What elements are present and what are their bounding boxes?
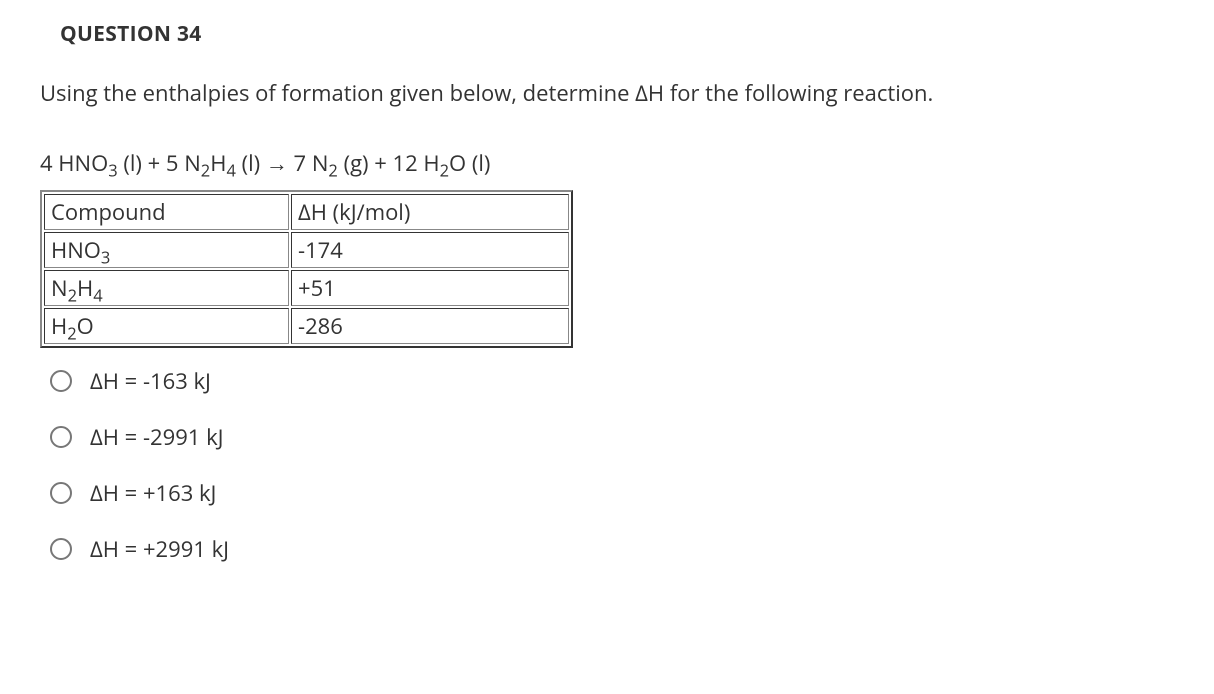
radio-icon[interactable] — [50, 482, 72, 504]
option-d[interactable]: ΔH = +2991 kJ — [50, 534, 1174, 564]
table-header-compound: Compound — [44, 194, 289, 230]
value-cell: -174 — [291, 232, 569, 268]
option-c[interactable]: ΔH = +163 kJ — [50, 478, 1174, 508]
question-header: QUESTION 34 — [60, 20, 1174, 48]
answer-options: ΔH = -163 kJ ΔH = -2991 kJ ΔH = +163 kJ … — [50, 366, 1174, 564]
question-text: Using the enthalpies of formation given … — [40, 78, 1174, 108]
enthalpy-table: Compound ΔH (kJ/mol) HNO3 -174 N2H4 +51 … — [40, 190, 573, 348]
option-label: ΔH = -2991 kJ — [90, 422, 224, 452]
option-a[interactable]: ΔH = -163 kJ — [50, 366, 1174, 396]
compound-cell: H2O — [44, 308, 289, 344]
compound-cell: HNO3 — [44, 232, 289, 268]
radio-icon[interactable] — [50, 538, 72, 560]
table-header-row: Compound ΔH (kJ/mol) — [44, 194, 569, 230]
option-label: ΔH = +2991 kJ — [90, 534, 229, 564]
table-row: N2H4 +51 — [44, 270, 569, 306]
value-cell: +51 — [291, 270, 569, 306]
table-row: H2O -286 — [44, 308, 569, 344]
radio-icon[interactable] — [50, 426, 72, 448]
option-label: ΔH = +163 kJ — [90, 478, 216, 508]
table-row: HNO3 -174 — [44, 232, 569, 268]
reaction-equation: 4 HNO3 (l) + 5 N2H4 (l) → 7 N2 (g) + 12 … — [40, 148, 1174, 178]
radio-icon[interactable] — [50, 370, 72, 392]
table-header-deltah: ΔH (kJ/mol) — [291, 194, 569, 230]
compound-cell: N2H4 — [44, 270, 289, 306]
value-cell: -286 — [291, 308, 569, 344]
option-label: ΔH = -163 kJ — [90, 366, 211, 396]
option-b[interactable]: ΔH = -2991 kJ — [50, 422, 1174, 452]
